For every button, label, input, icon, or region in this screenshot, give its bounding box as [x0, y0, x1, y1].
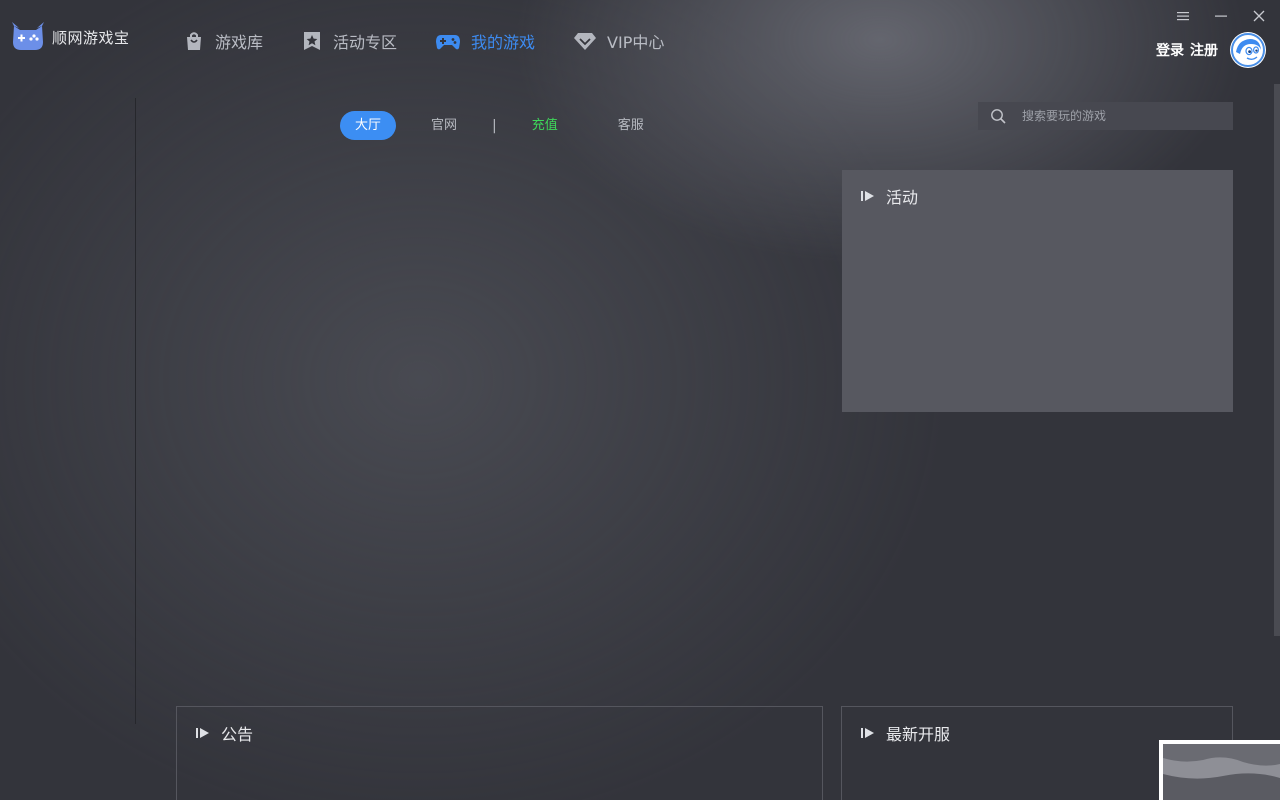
auth-area: 登录 注册	[1156, 32, 1266, 68]
star-bookmark-icon	[301, 30, 323, 52]
nav-label: VIP中心	[607, 29, 664, 53]
play-marker-icon	[860, 726, 876, 740]
app-name: 顺网游戏宝	[52, 27, 130, 48]
diamond-icon	[573, 30, 597, 52]
avatar[interactable]	[1230, 32, 1266, 68]
mascot-avatar-icon	[1230, 32, 1266, 68]
activity-panel-title: 活动	[886, 184, 918, 208]
nav-label: 游戏库	[215, 29, 263, 53]
play-marker-icon	[860, 189, 876, 203]
nav-label: 活动专区	[333, 29, 397, 53]
sub-tabs: 大厅 官网 | 充值 客服	[340, 111, 659, 140]
preview-thumbnail[interactable]	[1159, 740, 1280, 800]
menu-icon	[1177, 11, 1189, 21]
search-box	[978, 102, 1233, 130]
sidebar-divider	[135, 98, 136, 724]
preview-thumbnail-image	[1163, 744, 1280, 800]
close-icon	[1253, 10, 1265, 22]
tab-separator: |	[492, 118, 497, 134]
nav-label: 我的游戏	[471, 29, 535, 53]
nav-item-activities[interactable]: 活动专区	[301, 28, 397, 54]
scrollbar[interactable]	[1274, 84, 1280, 636]
tab-hall[interactable]: 大厅	[340, 111, 396, 140]
main-nav: 游戏库 活动专区 我的游戏 VIP中心	[183, 28, 702, 54]
tab-recharge[interactable]: 充值	[517, 111, 573, 140]
play-marker-icon	[195, 726, 211, 740]
login-link[interactable]: 登录	[1156, 40, 1184, 60]
top-bar: 顺网游戏宝 游戏库 活动专区 我的游	[0, 0, 1280, 84]
gamepad-icon	[435, 30, 461, 52]
notice-panel-header: 公告	[195, 721, 804, 745]
app-logo[interactable]: 顺网游戏宝	[10, 20, 130, 54]
notice-panel: 公告	[176, 706, 823, 800]
activity-panel-header: 活动	[860, 184, 1215, 208]
activity-panel: 活动	[842, 170, 1233, 412]
nav-item-game-library[interactable]: 游戏库	[183, 28, 263, 54]
minimize-button[interactable]	[1210, 6, 1232, 26]
new-server-panel-title: 最新开服	[886, 721, 950, 745]
search-icon[interactable]	[990, 108, 1006, 124]
menu-button[interactable]	[1172, 6, 1194, 26]
close-button[interactable]	[1248, 6, 1270, 26]
window-controls	[1172, 6, 1270, 26]
nav-item-vip[interactable]: VIP中心	[573, 28, 664, 54]
landscape-icon	[1163, 744, 1280, 800]
search-input[interactable]	[1022, 109, 1212, 123]
minimize-icon	[1215, 11, 1227, 21]
tab-customer-service[interactable]: 客服	[603, 111, 659, 140]
notice-panel-title: 公告	[221, 721, 253, 745]
bag-icon	[183, 30, 205, 52]
tab-official-site[interactable]: 官网	[416, 111, 472, 140]
register-link[interactable]: 注册	[1190, 40, 1218, 60]
gamepad-logo-icon	[10, 20, 46, 54]
nav-item-my-games[interactable]: 我的游戏	[435, 28, 535, 54]
